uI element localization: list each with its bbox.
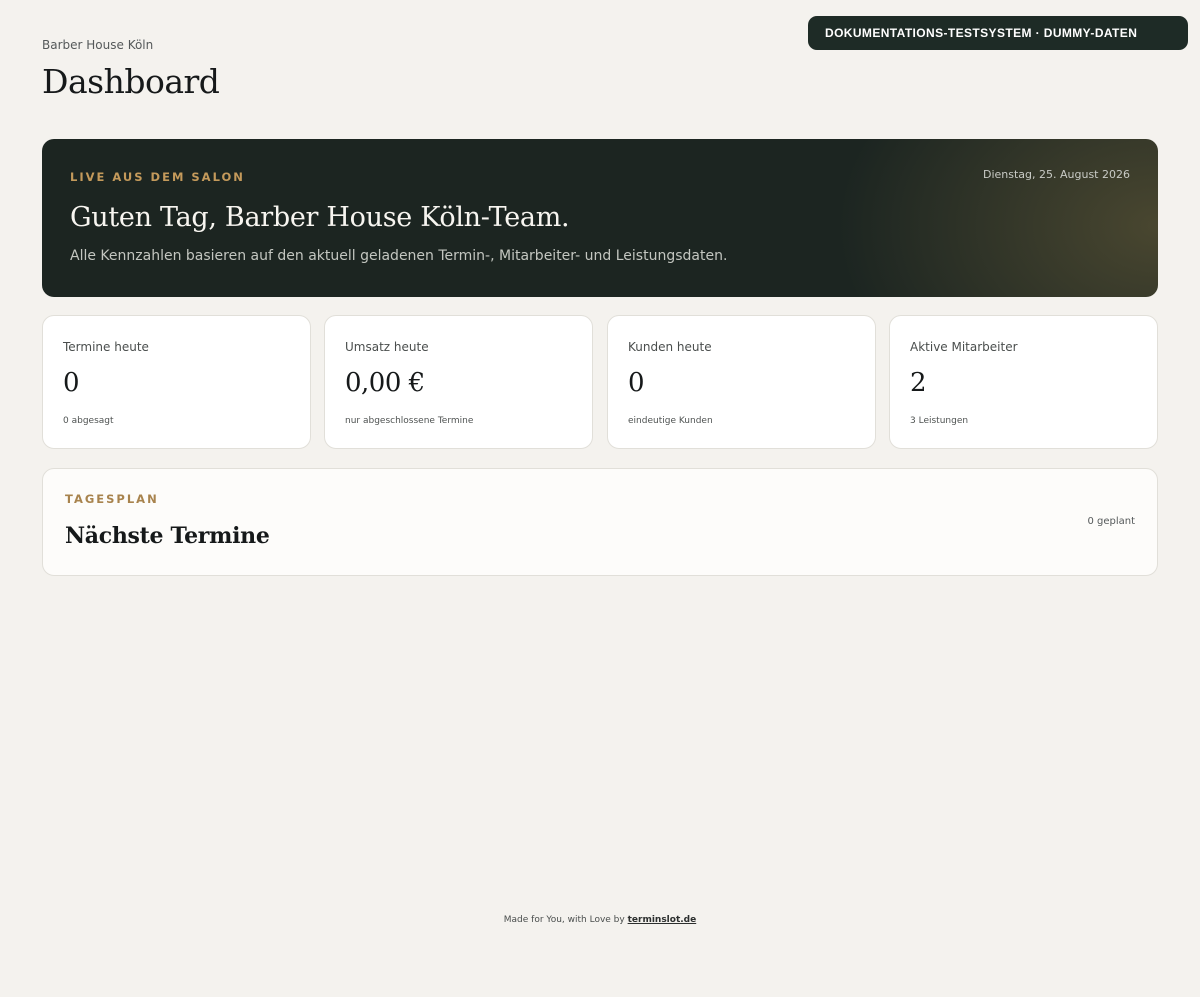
stat-value: 0 bbox=[63, 368, 80, 398]
stat-note: 0 abgesagt bbox=[63, 416, 114, 426]
schedule-eyebrow: TAGESPLAN bbox=[65, 492, 159, 506]
welcome-banner: LIVE AUS DEM SALON Dienstag, 25. August … bbox=[42, 139, 1158, 297]
stat-value: 0 bbox=[628, 368, 645, 398]
footer: Made for You, with Love by terminslot.de bbox=[0, 915, 1200, 925]
stat-label: Termine heute bbox=[63, 340, 149, 354]
planned-count: 0 geplant bbox=[1087, 516, 1135, 527]
stat-card-customers: Kunden heute 0 eindeutige Kunden bbox=[607, 315, 876, 449]
stat-label: Kunden heute bbox=[628, 340, 712, 354]
stat-value: 0,00 € bbox=[345, 368, 425, 398]
stat-label: Aktive Mitarbeiter bbox=[910, 340, 1018, 354]
stat-note: 3 Leistungen bbox=[910, 416, 969, 426]
schedule-title: Nächste Termine bbox=[65, 523, 270, 549]
stat-card-revenue: Umsatz heute 0,00 € nur abgeschlossene T… bbox=[324, 315, 593, 449]
stat-label: Umsatz heute bbox=[345, 340, 429, 354]
demo-system-badge: DOKUMENTATIONS-TESTSYSTEM · DUMMY-DATEN bbox=[808, 16, 1188, 50]
page-title: Dashboard bbox=[42, 62, 220, 101]
stat-note: eindeutige Kunden bbox=[628, 416, 713, 426]
stat-card-appointments: Termine heute 0 0 abgesagt bbox=[42, 315, 311, 449]
current-date: Dienstag, 25. August 2026 bbox=[982, 168, 1130, 181]
banner-eyebrow: LIVE AUS DEM SALON bbox=[70, 170, 245, 184]
stat-note: nur abgeschlossene Termine bbox=[345, 416, 474, 426]
daily-schedule-card: TAGESPLAN Nächste Termine 0 geplant bbox=[42, 468, 1158, 576]
salon-name: Barber House Köln bbox=[42, 38, 154, 52]
terminslot-link[interactable]: terminslot.de bbox=[628, 915, 697, 925]
greeting-title: Guten Tag, Barber House Köln-Team. bbox=[70, 202, 570, 233]
stat-card-employees: Aktive Mitarbeiter 2 3 Leistungen bbox=[889, 315, 1158, 449]
banner-subtitle: Alle Kennzahlen basieren auf den aktuell… bbox=[70, 248, 728, 264]
stat-value: 2 bbox=[910, 368, 927, 398]
footer-text: Made for You, with Love by bbox=[503, 915, 625, 925]
